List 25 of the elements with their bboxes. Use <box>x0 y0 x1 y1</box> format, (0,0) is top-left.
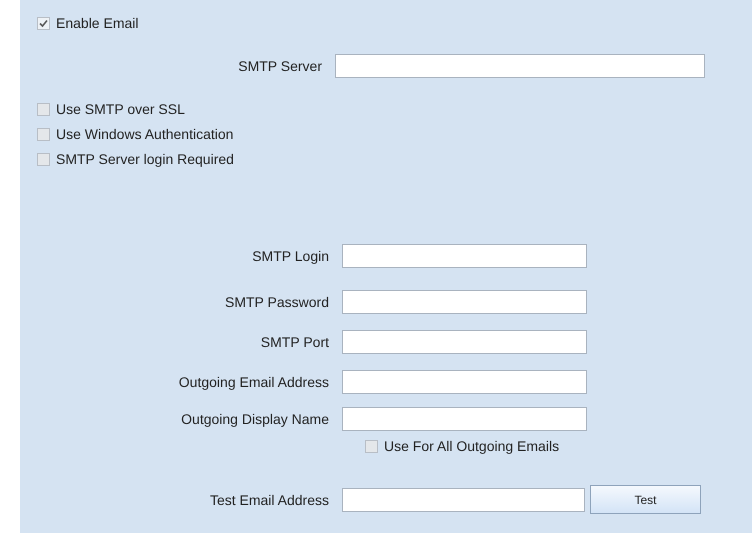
checkbox-label: Use Windows Authentication <box>56 126 234 142</box>
field-label: SMTP Server <box>237 58 323 74</box>
checkbox[interactable] <box>37 128 50 140</box>
field-label: Outgoing Display Name <box>180 411 330 427</box>
field-label: SMTP Login <box>251 248 330 264</box>
checkbox[interactable] <box>37 16 50 30</box>
checkbox-label: Enable Email <box>56 15 138 31</box>
checkbox[interactable] <box>37 102 50 116</box>
checkbox-label: Use SMTP over SSL <box>56 101 185 117</box>
input-field[interactable] <box>342 407 587 431</box>
field-label: SMTP Password <box>224 294 330 310</box>
input-field[interactable] <box>342 244 587 268</box>
input-field[interactable] <box>335 54 705 78</box>
input-field[interactable] <box>342 370 587 394</box>
checkbox[interactable] <box>37 152 50 166</box>
checkbox-label: SMTP Server login Required <box>56 151 234 167</box>
input-field[interactable] <box>342 290 587 314</box>
test-button[interactable]: Test <box>590 485 701 514</box>
field-label: Outgoing Email Address <box>178 374 330 390</box>
input-field[interactable] <box>342 330 587 354</box>
input-field[interactable] <box>342 488 585 512</box>
checkbox-label: Use For All Outgoing Emails <box>384 438 560 454</box>
checkbox[interactable] <box>365 440 378 452</box>
field-label: SMTP Port <box>260 334 330 350</box>
field-label: Test Email Address <box>208 492 330 508</box>
